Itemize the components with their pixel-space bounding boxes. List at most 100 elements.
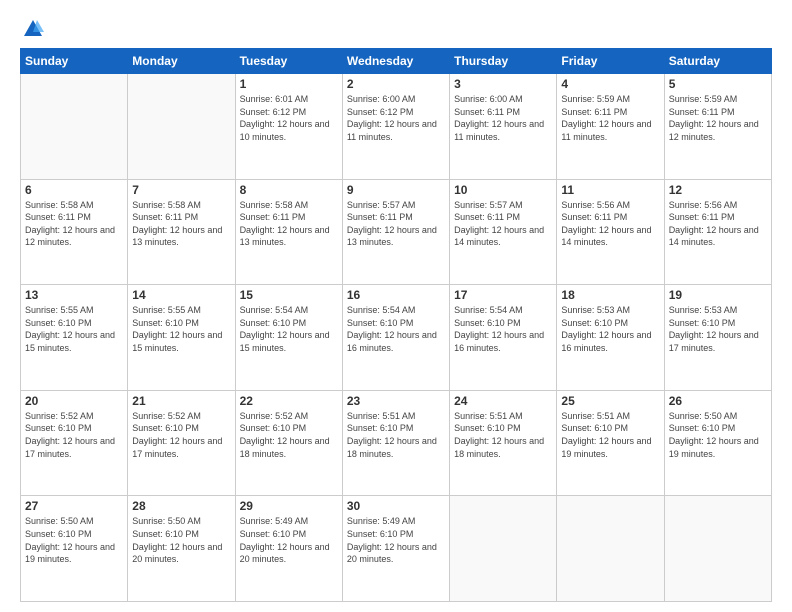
day-number: 5	[669, 77, 767, 91]
day-info: Sunrise: 5:49 AM Sunset: 6:10 PM Dayligh…	[347, 515, 445, 565]
day-number: 14	[132, 288, 230, 302]
day-cell: 7Sunrise: 5:58 AM Sunset: 6:11 PM Daylig…	[128, 179, 235, 285]
day-number: 13	[25, 288, 123, 302]
day-number: 25	[561, 394, 659, 408]
day-cell: 23 Sunrise: 5:51 AM Sunset: 6:10 PM Dayli…	[342, 390, 449, 496]
day-number: 21	[132, 394, 230, 408]
day-info: Sunrise: 5:51 AM Sunset: 6:10 PM Dayligh…	[561, 410, 659, 460]
day-cell: 28Sunrise: 5:50 AM Sunset: 6:10 PM Dayli…	[128, 496, 235, 602]
day-cell: 30 Sunrise: 5:49 AM Sunset: 6:10 PM Dayli…	[342, 496, 449, 602]
day-number: 16	[347, 288, 445, 302]
day-cell: 11Sunrise: 5:56 AM Sunset: 6:11 PM Dayli…	[557, 179, 664, 285]
day-info: Sunrise: 5:50 AM Sunset: 6:10 PM Dayligh…	[669, 410, 767, 460]
weekday-header-row: SundayMondayTuesdayWednesdayThursdayFrid…	[21, 49, 772, 74]
day-number: 6	[25, 183, 123, 197]
day-info: Sunrise: 5:54 AM Sunset: 6:10 PM Dayligh…	[347, 304, 445, 354]
weekday-header-sunday: Sunday	[21, 49, 128, 74]
day-info: Sunrise: 5:52 AM Sunset: 6:10 PM Dayligh…	[240, 410, 338, 460]
day-cell: 21 Sunrise: 5:52 AM Sunset: 6:10 PM Dayli…	[128, 390, 235, 496]
day-cell: 3Sunrise: 6:00 AM Sunset: 6:11 PM Daylig…	[450, 74, 557, 180]
week-row-4: 20 Sunrise: 5:52 AM Sunset: 6:10 PM Dayli…	[21, 390, 772, 496]
day-info: Sunrise: 6:01 AM Sunset: 6:12 PM Dayligh…	[240, 93, 338, 143]
day-number: 7	[132, 183, 230, 197]
day-number: 18	[561, 288, 659, 302]
day-cell: 2 Sunrise: 6:00 AM Sunset: 6:12 PM Daylig…	[342, 74, 449, 180]
day-cell: 4 Sunrise: 5:59 AM Sunset: 6:11 PM Daylig…	[557, 74, 664, 180]
day-number: 10	[454, 183, 552, 197]
day-number: 30	[347, 499, 445, 513]
weekday-header-saturday: Saturday	[664, 49, 771, 74]
day-info: Sunrise: 5:55 AM Sunset: 6:10 PM Dayligh…	[132, 304, 230, 354]
day-cell: 13 Sunrise: 5:55 AM Sunset: 6:10 PM Dayli…	[21, 285, 128, 391]
day-cell	[557, 496, 664, 602]
day-cell: 1 Sunrise: 6:01 AM Sunset: 6:12 PM Daylig…	[235, 74, 342, 180]
day-info: Sunrise: 6:00 AM Sunset: 6:12 PM Dayligh…	[347, 93, 445, 143]
day-info: Sunrise: 5:51 AM Sunset: 6:10 PM Dayligh…	[347, 410, 445, 460]
day-cell: 29 Sunrise: 5:49 AM Sunset: 6:10 PM Dayli…	[235, 496, 342, 602]
weekday-header-friday: Friday	[557, 49, 664, 74]
day-info: Sunrise: 5:57 AM Sunset: 6:11 PM Dayligh…	[454, 199, 552, 249]
day-number: 24	[454, 394, 552, 408]
day-info: Sunrise: 5:57 AM Sunset: 6:11 PM Dayligh…	[347, 199, 445, 249]
day-info: Sunrise: 5:54 AM Sunset: 6:10 PM Dayligh…	[454, 304, 552, 354]
top-header	[20, 18, 772, 40]
day-cell	[450, 496, 557, 602]
weekday-header-monday: Monday	[128, 49, 235, 74]
day-info: Sunrise: 5:52 AM Sunset: 6:10 PM Dayligh…	[132, 410, 230, 460]
weekday-header-tuesday: Tuesday	[235, 49, 342, 74]
day-number: 29	[240, 499, 338, 513]
day-cell: 6 Sunrise: 5:58 AM Sunset: 6:11 PM Daylig…	[21, 179, 128, 285]
page: SundayMondayTuesdayWednesdayThursdayFrid…	[0, 0, 792, 612]
day-info: Sunrise: 5:59 AM Sunset: 6:11 PM Dayligh…	[561, 93, 659, 143]
day-info: Sunrise: 5:54 AM Sunset: 6:10 PM Dayligh…	[240, 304, 338, 354]
day-info: Sunrise: 5:58 AM Sunset: 6:11 PM Dayligh…	[240, 199, 338, 249]
day-cell	[664, 496, 771, 602]
day-number: 2	[347, 77, 445, 91]
day-cell: 5 Sunrise: 5:59 AM Sunset: 6:11 PM Daylig…	[664, 74, 771, 180]
day-cell: 9 Sunrise: 5:57 AM Sunset: 6:11 PM Daylig…	[342, 179, 449, 285]
day-info: Sunrise: 5:50 AM Sunset: 6:10 PM Dayligh…	[25, 515, 123, 565]
day-number: 22	[240, 394, 338, 408]
day-cell: 14 Sunrise: 5:55 AM Sunset: 6:10 PM Dayli…	[128, 285, 235, 391]
day-number: 1	[240, 77, 338, 91]
day-cell: 15 Sunrise: 5:54 AM Sunset: 6:10 PM Dayli…	[235, 285, 342, 391]
day-info: Sunrise: 5:52 AM Sunset: 6:10 PM Dayligh…	[25, 410, 123, 460]
weekday-header-thursday: Thursday	[450, 49, 557, 74]
day-info: Sunrise: 5:59 AM Sunset: 6:11 PM Dayligh…	[669, 93, 767, 143]
day-info: Sunrise: 5:55 AM Sunset: 6:10 PM Dayligh…	[25, 304, 123, 354]
day-number: 9	[347, 183, 445, 197]
weekday-header-wednesday: Wednesday	[342, 49, 449, 74]
day-info: Sunrise: 5:49 AM Sunset: 6:10 PM Dayligh…	[240, 515, 338, 565]
day-cell	[21, 74, 128, 180]
day-cell: 12 Sunrise: 5:56 AM Sunset: 6:11 PM Dayli…	[664, 179, 771, 285]
day-cell: 10 Sunrise: 5:57 AM Sunset: 6:11 PM Dayli…	[450, 179, 557, 285]
day-number: 15	[240, 288, 338, 302]
day-number: 23	[347, 394, 445, 408]
day-info: Sunrise: 5:56 AM Sunset: 6:11 PM Dayligh…	[561, 199, 659, 249]
day-number: 19	[669, 288, 767, 302]
day-number: 8	[240, 183, 338, 197]
logo	[20, 18, 46, 40]
day-info: Sunrise: 5:51 AM Sunset: 6:10 PM Dayligh…	[454, 410, 552, 460]
day-cell: 26 Sunrise: 5:50 AM Sunset: 6:10 PM Dayli…	[664, 390, 771, 496]
day-cell	[128, 74, 235, 180]
day-number: 4	[561, 77, 659, 91]
day-info: Sunrise: 5:58 AM Sunset: 6:11 PM Dayligh…	[25, 199, 123, 249]
week-row-2: 6 Sunrise: 5:58 AM Sunset: 6:11 PM Daylig…	[21, 179, 772, 285]
week-row-1: 1 Sunrise: 6:01 AM Sunset: 6:12 PM Daylig…	[21, 74, 772, 180]
day-number: 20	[25, 394, 123, 408]
day-number: 12	[669, 183, 767, 197]
calendar-table: SundayMondayTuesdayWednesdayThursdayFrid…	[20, 48, 772, 602]
day-number: 17	[454, 288, 552, 302]
day-cell: 19Sunrise: 5:53 AM Sunset: 6:10 PM Dayli…	[664, 285, 771, 391]
day-number: 26	[669, 394, 767, 408]
logo-icon	[22, 18, 44, 40]
day-cell: 25 Sunrise: 5:51 AM Sunset: 6:10 PM Dayli…	[557, 390, 664, 496]
day-cell: 16 Sunrise: 5:54 AM Sunset: 6:10 PM Dayli…	[342, 285, 449, 391]
day-info: Sunrise: 5:53 AM Sunset: 6:10 PM Dayligh…	[561, 304, 659, 354]
week-row-3: 13 Sunrise: 5:55 AM Sunset: 6:10 PM Dayli…	[21, 285, 772, 391]
day-number: 28	[132, 499, 230, 513]
day-cell: 27 Sunrise: 5:50 AM Sunset: 6:10 PM Dayli…	[21, 496, 128, 602]
day-number: 27	[25, 499, 123, 513]
day-info: Sunrise: 5:56 AM Sunset: 6:11 PM Dayligh…	[669, 199, 767, 249]
